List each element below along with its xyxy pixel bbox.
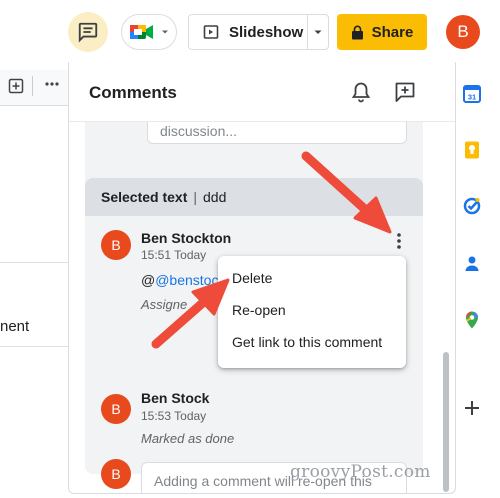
svg-text:31: 31	[468, 93, 476, 102]
menu-item-reopen[interactable]: Re-open	[218, 294, 406, 326]
thread-header-value: ddd	[203, 189, 227, 205]
slideshow-dropdown-button[interactable]	[307, 14, 329, 50]
present-icon	[203, 25, 219, 39]
reply-input-placeholder: discussion...	[160, 123, 238, 139]
comment-avatar: B	[101, 394, 131, 424]
more-horizontal-icon[interactable]	[44, 76, 60, 96]
scrollbar[interactable]	[443, 352, 449, 492]
comment-author: Ben Stock	[141, 390, 210, 406]
thread-header: Selected text | ddd	[85, 178, 423, 216]
add-box-icon[interactable]	[8, 78, 24, 98]
thread-header-separator: |	[193, 189, 198, 205]
document-divider	[0, 346, 70, 347]
assignment-status: Assigne	[141, 297, 188, 312]
document-divider	[0, 262, 70, 263]
meet-button[interactable]	[121, 14, 177, 50]
document-text-fragment: nent	[0, 318, 30, 335]
contacts-icon[interactable]	[462, 254, 482, 274]
lock-icon	[351, 25, 363, 39]
comment-timestamp: 15:53 Today	[141, 409, 207, 423]
share-label: Share	[371, 23, 414, 41]
keep-icon[interactable]	[462, 140, 482, 160]
chevron-down-icon	[314, 30, 322, 34]
reply-avatar: B	[101, 459, 131, 489]
thread-header-label: Selected text	[101, 189, 188, 205]
comment-context-menu: Delete Re-open Get link to this comment	[218, 256, 406, 368]
reply-input[interactable]: discussion...	[147, 122, 407, 144]
calendar-icon[interactable]: 31	[462, 84, 482, 104]
comment-body: @@benstockt	[141, 272, 230, 288]
top-bar: Slideshow Share B	[0, 0, 500, 62]
slideshow-label: Slideshow	[229, 23, 304, 41]
menu-item-delete[interactable]: Delete	[218, 262, 406, 294]
side-panel	[456, 62, 500, 498]
add-comment-icon[interactable]	[393, 80, 417, 104]
comment-icon	[78, 22, 98, 43]
comments-title: Comments	[89, 83, 177, 102]
account-avatar[interactable]: B	[446, 15, 480, 49]
notification-bell-icon[interactable]	[349, 80, 373, 104]
more-vertical-icon	[397, 233, 401, 249]
toolbar-divider	[32, 76, 33, 96]
comment-timestamp: 15:51 Today	[141, 248, 207, 262]
slideshow-button[interactable]: Slideshow	[188, 14, 308, 50]
comments-panel-header: Comments	[69, 62, 455, 122]
comment-author: Ben Stockton	[141, 230, 232, 246]
chevron-down-icon	[162, 30, 168, 34]
add-addon-icon[interactable]	[462, 398, 482, 418]
document-area	[0, 62, 70, 498]
meet-icon	[130, 25, 153, 39]
watermark: groovyPost.com	[290, 462, 431, 482]
comment-status: Marked as done	[141, 431, 235, 446]
comment-avatar: B	[101, 230, 131, 260]
comment-more-button[interactable]	[389, 230, 409, 252]
menu-item-get-link[interactable]: Get link to this comment	[218, 326, 406, 358]
tasks-icon[interactable]	[462, 196, 482, 216]
maps-icon[interactable]	[462, 310, 482, 330]
comments-button[interactable]	[68, 12, 108, 52]
document-toolbar	[0, 70, 70, 106]
share-button[interactable]: Share	[337, 14, 427, 50]
